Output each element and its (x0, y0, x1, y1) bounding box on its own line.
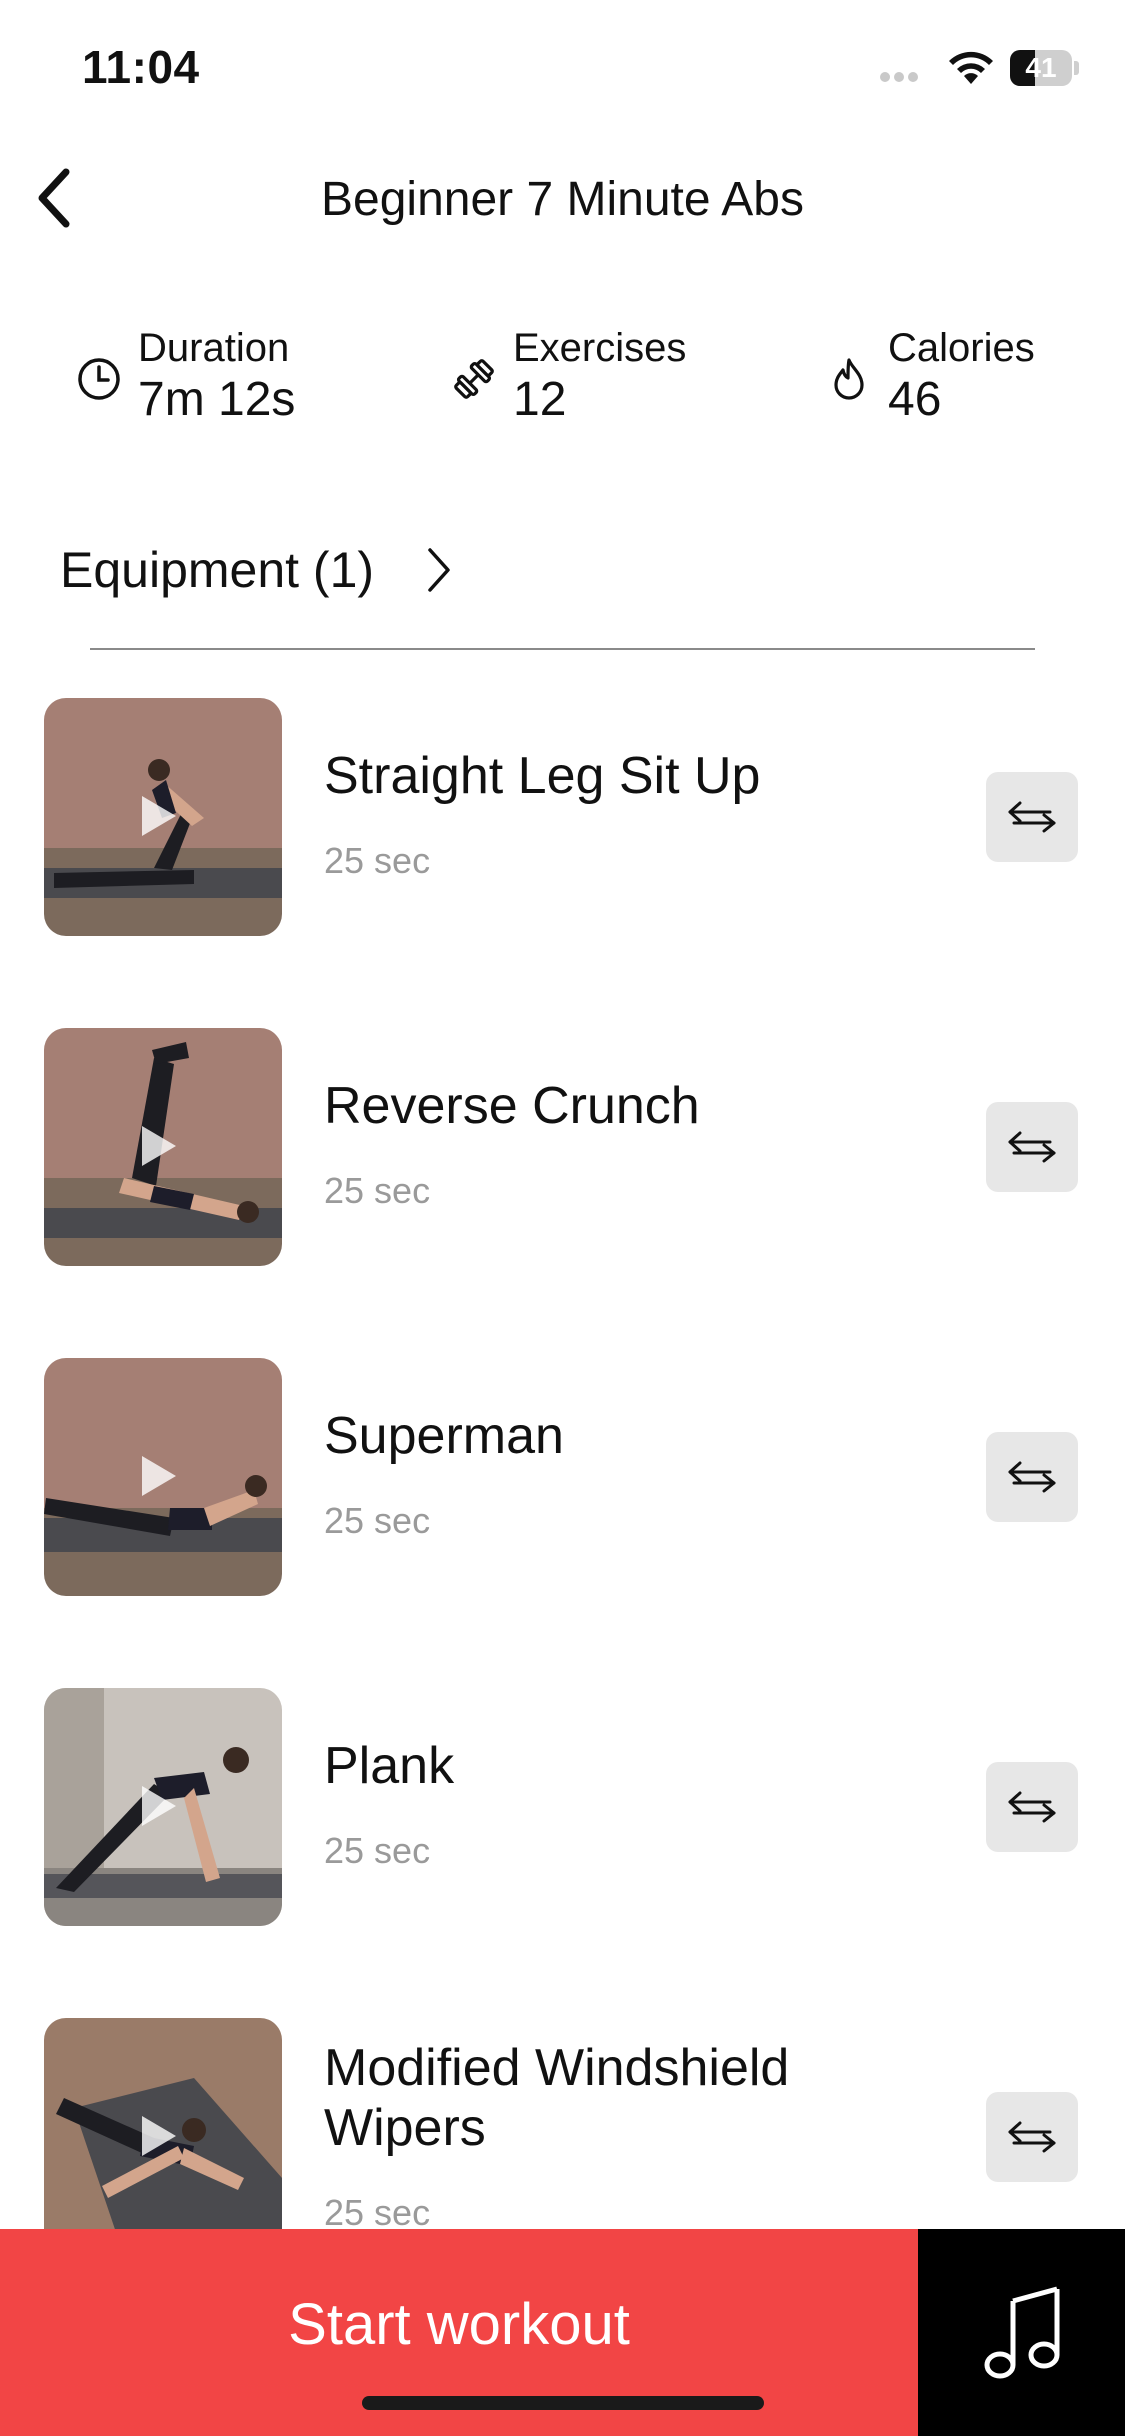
status-time: 11:04 (82, 41, 200, 93)
stat-value: 12 (513, 373, 567, 426)
stat-label: Duration (138, 326, 290, 370)
wifi-icon (949, 51, 993, 84)
exercise-row[interactable]: Reverse Crunch 25 sec (0, 1028, 1125, 1268)
home-indicator (362, 2396, 764, 2410)
stat-label: Calories (888, 326, 1035, 370)
equipment-label: Equipment (1) (60, 542, 375, 598)
battery-icon: 41 (1010, 50, 1079, 86)
exercise-name: Plank (324, 1737, 455, 1795)
cellular-signal-icon (880, 72, 920, 86)
exercise-thumbnail[interactable] (44, 698, 282, 936)
swap-arrows-icon (1008, 1131, 1056, 1163)
start-workout-label: Start workout (288, 2292, 630, 2357)
swap-arrows-icon (1008, 1791, 1056, 1823)
exercise-duration: 25 sec (324, 2192, 431, 2233)
exercise-duration: 25 sec (324, 1170, 431, 1211)
music-note-icon (984, 2286, 1059, 2378)
clock-icon (78, 358, 120, 400)
battery-percentage: 41 (1025, 52, 1057, 83)
swap-exercise-button[interactable] (986, 2092, 1078, 2182)
status-bar: 11:04 41 (0, 0, 1125, 140)
swap-exercise-button[interactable] (986, 772, 1078, 862)
stat-value: 7m 12s (138, 373, 296, 426)
swap-arrows-icon (1008, 1461, 1056, 1493)
exercise-name: Straight Leg Sit Up (324, 747, 761, 805)
exercise-thumbnail[interactable] (44, 2018, 282, 2256)
exercise-duration: 25 sec (324, 1500, 431, 1541)
swap-exercise-button[interactable] (986, 1102, 1078, 1192)
exercise-name: Modified Windshield Wipers (324, 2039, 790, 2157)
flame-icon (834, 358, 864, 400)
exercise-name: Superman (324, 1407, 564, 1465)
swap-arrows-icon (1008, 801, 1056, 833)
exercise-row[interactable]: Plank 25 sec (0, 1688, 1125, 1928)
chevron-right-icon (428, 548, 450, 592)
dumbbell-icon (454, 359, 494, 399)
exercise-row[interactable]: Straight Leg Sit Up 25 sec (0, 698, 1125, 938)
stat-label: Exercises (513, 326, 687, 370)
swap-exercise-button[interactable] (986, 1432, 1078, 1522)
stat-value: 46 (888, 373, 942, 426)
music-button[interactable] (918, 2229, 1125, 2436)
divider (90, 648, 1035, 650)
exercise-row[interactable]: Modified Windshield Wipers 25 sec (0, 2018, 1125, 2258)
swap-arrows-icon (1008, 2121, 1056, 2153)
workout-detail-screen: 11:04 41 Beginner 7 Minute Abs Duration … (0, 0, 1125, 2436)
page-title: Beginner 7 Minute Abs (321, 173, 804, 226)
swap-exercise-button[interactable] (986, 1762, 1078, 1852)
exercise-duration: 25 sec (324, 1830, 431, 1871)
nav-bar: Beginner 7 Minute Abs (0, 140, 1125, 260)
equipment-row[interactable]: Equipment (1) (60, 530, 520, 610)
exercise-name: Reverse Crunch (324, 1077, 700, 1135)
exercise-row[interactable]: Superman 25 sec (0, 1358, 1125, 1598)
exercise-thumbnail[interactable] (44, 1688, 282, 1926)
exercise-duration: 25 sec (324, 840, 431, 881)
exercise-thumbnail[interactable] (44, 1028, 282, 1266)
workout-stats: Duration 7m 12s Exercises 12 Calories 46 (0, 320, 1125, 440)
exercise-thumbnail[interactable] (44, 1358, 282, 1596)
